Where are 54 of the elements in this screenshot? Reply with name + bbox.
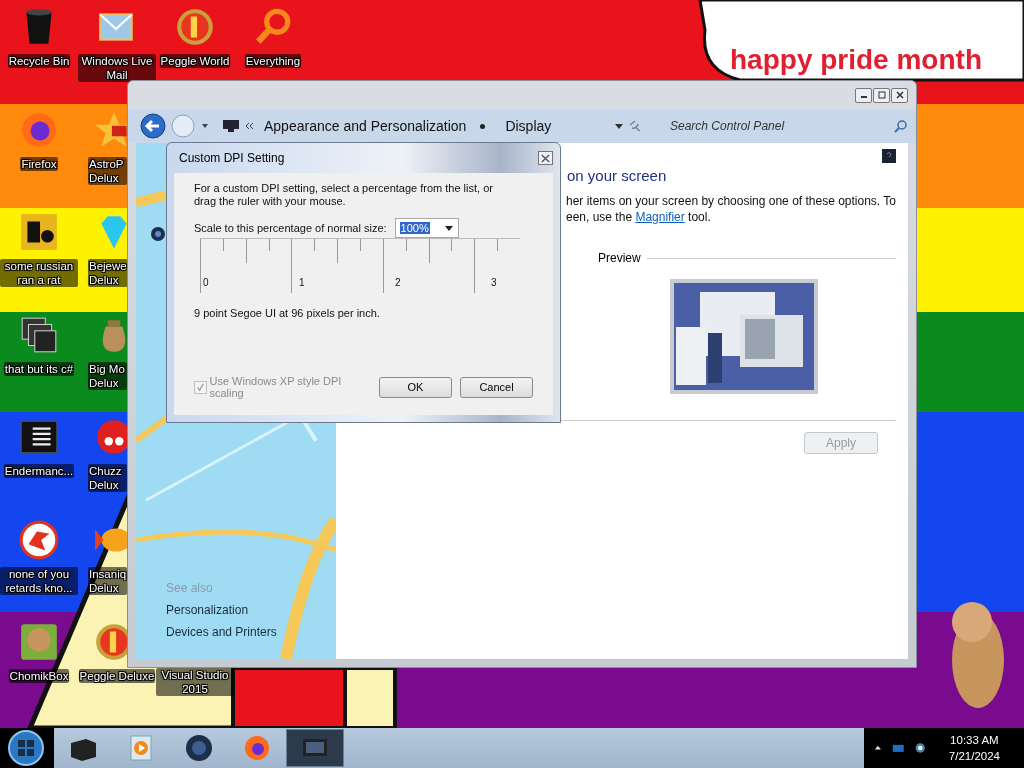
- icon-label[interactable]: none of you retards kno...: [0, 566, 78, 595]
- preview-label: Preview: [598, 251, 641, 265]
- search-field[interactable]: Search Control Panel: [668, 118, 894, 134]
- xp-scaling-label: Use Windows XP style DPI scaling: [209, 375, 343, 399]
- description-text: her items on your screen by choosing one of these options. To een, use the Magnifier tool.: [566, 193, 896, 225]
- ruler-label: 1: [299, 277, 305, 288]
- monitor-icon: [222, 119, 240, 133]
- chevron-icon[interactable]: [244, 121, 254, 131]
- lizard-icon[interactable]: [18, 518, 60, 561]
- ruler-label: 0: [203, 277, 209, 288]
- page-heading: on your screen: [567, 167, 667, 184]
- start-button[interactable]: [0, 728, 54, 768]
- see-also-heading: See also: [166, 581, 214, 595]
- close-icon: [541, 153, 550, 163]
- scale-combo-box[interactable]: 100%: [394, 218, 459, 238]
- speaker-icon[interactable]: [914, 740, 927, 756]
- shield-icon: [151, 227, 165, 241]
- icon-label[interactable]: Windows Live Mail: [78, 54, 156, 82]
- breadcrumb-link[interactable]: Appearance and Personalization: [264, 118, 467, 134]
- dialog-button[interactable]: Cancel: [460, 376, 533, 398]
- wallpaper-caption: happy pride month: [730, 44, 982, 76]
- breadcrumb-link[interactable]: Display: [505, 118, 552, 134]
- back-button[interactable]: [140, 113, 166, 139]
- magnifier-link[interactable]: Magnifier: [635, 210, 685, 224]
- globe-icon: [184, 733, 214, 763]
- dialog-title: Custom DPI Setting: [179, 151, 285, 165]
- icon-label[interactable]: Visual Studio 2015: [156, 668, 234, 696]
- ruler-label: 3: [491, 277, 497, 288]
- close-button[interactable]: [891, 87, 908, 103]
- help-icon[interactable]: [882, 149, 896, 163]
- dialog-button[interactable]: OK: [379, 376, 452, 398]
- ruler[interactable]: 0 1 2 3: [200, 238, 520, 293]
- clock-date[interactable]: 7/21/2024: [948, 748, 1000, 764]
- sidebar-link[interactable]: Personalization: [166, 603, 277, 617]
- sidebar-link[interactable]: Devices and Printers: [166, 625, 277, 639]
- minimize-button[interactable]: [855, 87, 872, 103]
- close-icon: [894, 90, 905, 100]
- search-icon[interactable]: [894, 119, 908, 133]
- dropdown-icon[interactable]: [614, 121, 624, 131]
- ruler-label: 2: [395, 277, 401, 288]
- maximize-button[interactable]: [873, 87, 890, 103]
- font-info-text: 9 point Segoe UI at 96 pixels per inch.: [194, 307, 381, 319]
- instructions-text: For a custom DPI setting, select a percentage from the list, or drag the ruler with your mouse.: [194, 182, 494, 208]
- taskbar-button[interactable]: [286, 729, 344, 767]
- scale-label: Scale to this percentage of normal size:: [194, 222, 387, 234]
- close-button[interactable]: [538, 151, 553, 165]
- maximize-icon: [876, 90, 887, 100]
- up-arrow-icon[interactable]: [874, 743, 882, 753]
- icon-label[interactable]: Chuzz Delux: [88, 464, 127, 493]
- clock-time[interactable]: 10:33 AM: [950, 732, 999, 748]
- firefox-icon: [242, 733, 272, 763]
- icon-label[interactable]: some russian ran a rat: [0, 259, 78, 288]
- separator-icon: [480, 123, 486, 129]
- peggle-icon[interactable]: [174, 6, 216, 48]
